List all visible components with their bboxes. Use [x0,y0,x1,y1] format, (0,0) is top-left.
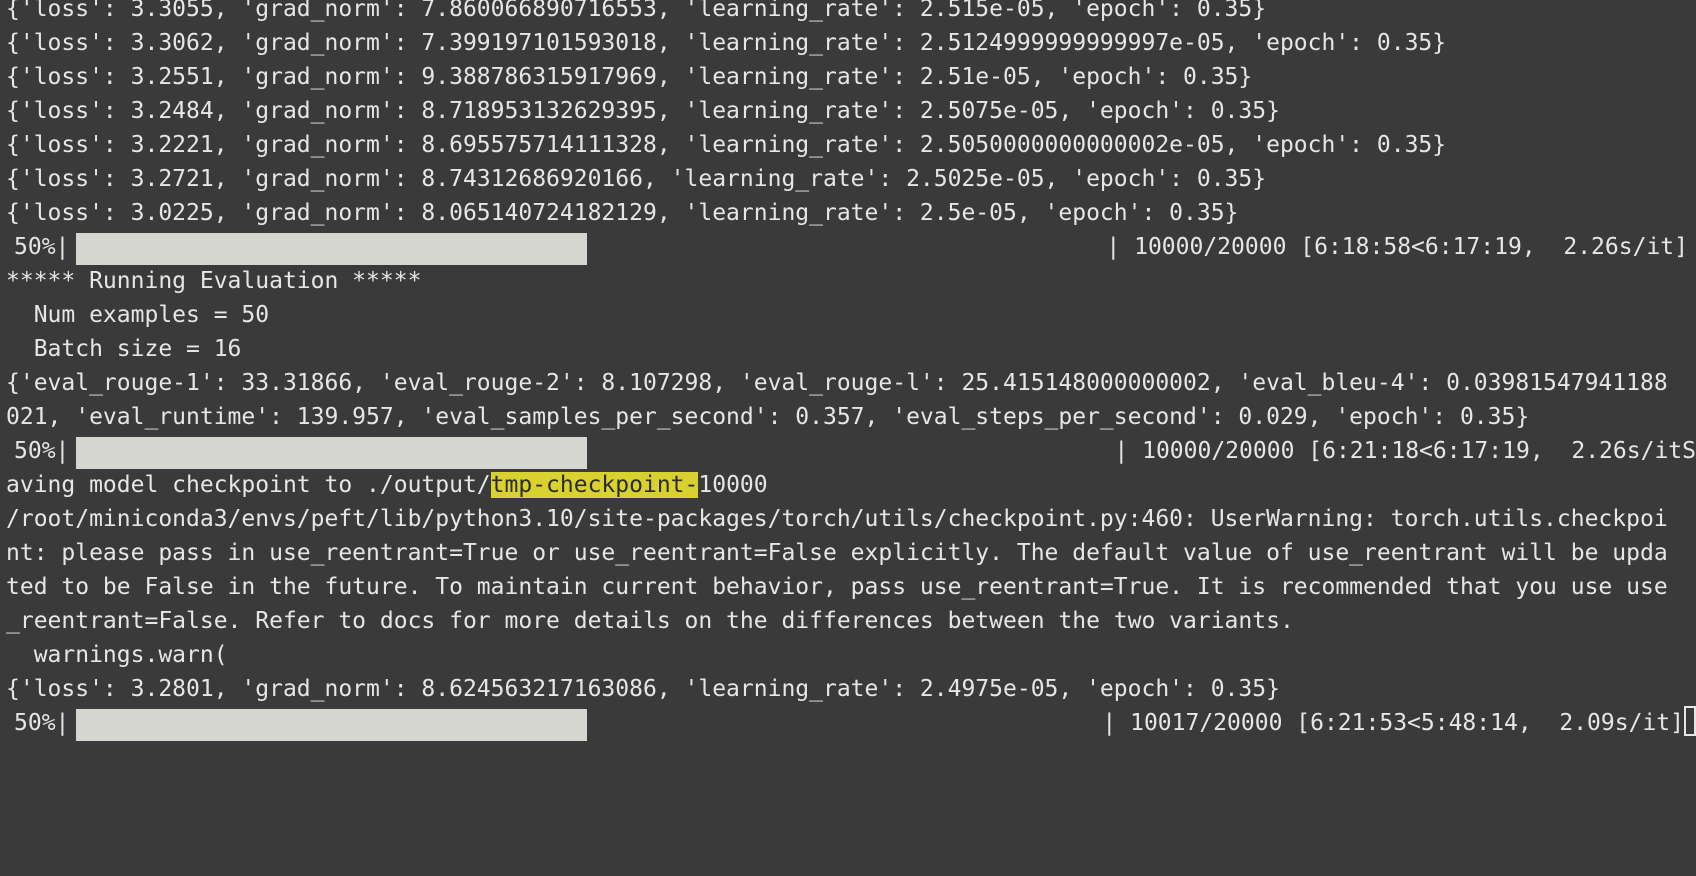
progress-bar-fill [76,437,587,469]
warning-line: /root/miniconda3/envs/peft/lib/python3.1… [6,506,1668,532]
warning-line: warnings.warn( [6,642,228,668]
progress-bar-line: 50%| | 10017/20000 [6:21:53<5:48:14, 2.0… [0,706,1696,741]
train-log-line: {'loss': 3.2221, 'grad_norm': 8.69557571… [6,132,1447,158]
progress-status: | 10000/20000 [6:21:18<6:17:19, 2.26s/it… [1114,438,1696,464]
progress-bar-fill [76,709,587,741]
train-log-line: {'loss': 3.0225, 'grad_norm': 8.06514072… [6,200,1239,226]
train-log-line: {'loss': 3.3055, 'grad_norm': 7.86006689… [6,0,1267,22]
saving-suffix: 10000 [698,472,768,498]
warning-line: _reentrant=False. Refer to docs for more… [6,608,1294,634]
warning-line: nt: please pass in use_reentrant=True or… [6,540,1668,566]
train-log-line: {'loss': 3.2551, 'grad_norm': 9.38878631… [6,64,1253,90]
progress-percent: 50%| [14,710,70,736]
train-log-line: {'loss': 3.2801, 'grad_norm': 8.62456321… [6,676,1280,702]
progress-percent: 50%| [14,234,70,260]
saving-checkpoint-line: aving model checkpoint to ./output/tmp-c… [0,468,1696,502]
progress-status: | 10017/20000 [6:21:53<5:48:14, 2.09s/it… [1102,706,1696,740]
train-log-line: {'loss': 3.3062, 'grad_norm': 7.39919710… [6,30,1447,56]
terminal-output[interactable]: {'loss': 3.3055, 'grad_norm': 7.86006689… [0,0,1696,776]
progress-bar-line: 50%| | 10000/20000 [6:21:18<6:17:19, 2.2… [0,434,1696,469]
train-log-line: {'loss': 3.2484, 'grad_norm': 8.71895313… [6,98,1280,124]
search-highlight: tmp-checkpoint- [490,472,699,498]
eval-header: ***** Running Evaluation ***** [6,268,422,294]
progress-status: | 10000/20000 [6:18:58<6:17:19, 2.26s/it… [1106,234,1688,260]
progress-bar-line: 50%| | 10000/20000 [6:18:58<6:17:19, 2.2… [0,230,1696,265]
saving-prefix: aving model checkpoint to ./output/ [6,472,491,498]
eval-result-line: 021, 'eval_runtime': 139.957, 'eval_samp… [6,404,1530,430]
warning-line: ted to be False in the future. To mainta… [6,574,1668,600]
eval-result-line: {'eval_rouge-1': 33.31866, 'eval_rouge-2… [6,370,1668,396]
eval-batch-size: Batch size = 16 [6,336,242,362]
progress-status-text: | 10017/20000 [6:21:53<5:48:14, 2.09s/it… [1102,710,1684,736]
eval-num-examples: Num examples = 50 [6,302,270,328]
cursor-icon [1684,706,1696,736]
train-log-line: {'loss': 3.2721, 'grad_norm': 8.74312686… [6,166,1267,192]
progress-percent: 50%| [14,438,70,464]
progress-bar-fill [76,233,587,265]
